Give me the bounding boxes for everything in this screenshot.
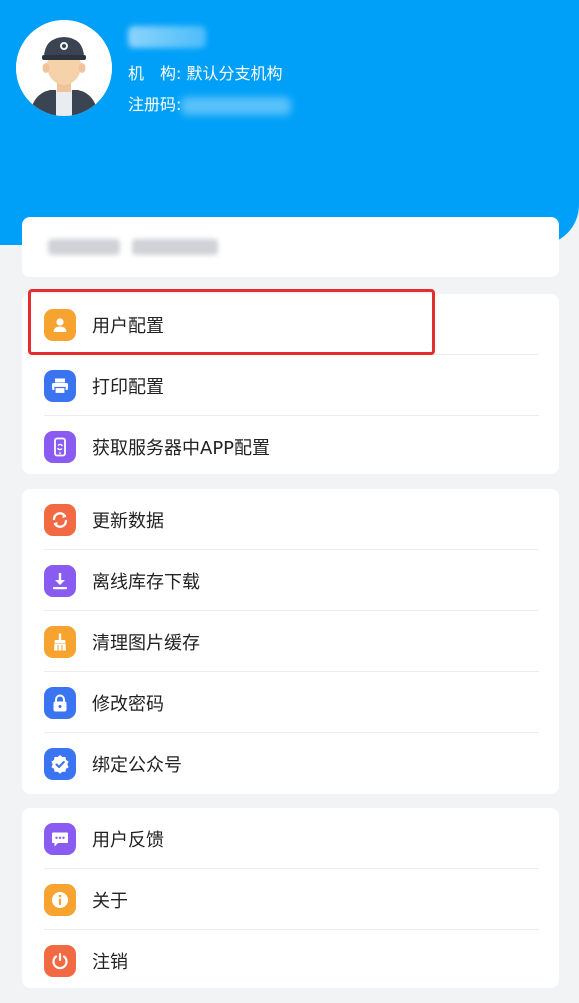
redacted-text bbox=[48, 239, 120, 255]
menu-item-label: 关于 bbox=[92, 890, 128, 912]
menu-item-change-password[interactable]: 修改密码 bbox=[22, 672, 559, 733]
info-icon bbox=[44, 883, 76, 916]
registration-code-label: 注册码: bbox=[128, 95, 182, 114]
menu-item-label: 离线库存下载 bbox=[92, 571, 200, 593]
menu-item-label: 用户配置 bbox=[92, 315, 164, 337]
settings-group-account: 用户反馈 关于 注销 bbox=[22, 808, 559, 988]
menu-item-label: 清理图片缓存 bbox=[92, 632, 200, 654]
profile-header: 机 构: 默认分支机构 注册码: bbox=[0, 0, 579, 245]
menu-item-about[interactable]: 关于 bbox=[22, 869, 559, 930]
menu-item-logout[interactable]: 注销 bbox=[22, 930, 559, 991]
worker-avatar-icon bbox=[16, 20, 112, 116]
menu-item-label: 用户反馈 bbox=[92, 829, 164, 851]
menu-item-bind-official-account[interactable]: 绑定公众号 bbox=[22, 733, 559, 794]
redacted-text bbox=[132, 239, 218, 255]
verified-badge-icon bbox=[44, 747, 76, 780]
user-icon bbox=[44, 308, 76, 341]
power-icon bbox=[44, 944, 76, 977]
registration-code-redacted bbox=[181, 96, 292, 115]
menu-item-label: 更新数据 bbox=[92, 510, 164, 532]
menu-item-user-config[interactable]: 用户配置 bbox=[22, 294, 559, 355]
settings-group-config: 用户配置打印配置获取服务器中APP配置 bbox=[22, 294, 559, 474]
registration-code: 注册码: bbox=[128, 91, 292, 115]
menu-item-fetch-app-config[interactable]: 获取服务器中APP配置 bbox=[22, 416, 559, 477]
menu-item-label: 绑定公众号 bbox=[92, 754, 182, 776]
download-icon bbox=[44, 564, 76, 597]
menu-item-user-feedback[interactable]: 用户反馈 bbox=[22, 808, 559, 869]
lock-icon bbox=[44, 686, 76, 719]
settings-group-data: 更新数据离线库存下载 清理图片缓存 修改密码绑定公众号 bbox=[22, 489, 559, 794]
broom-icon bbox=[44, 625, 76, 658]
menu-item-print-config[interactable]: 打印配置 bbox=[22, 355, 559, 416]
menu-item-offline-inventory-download[interactable]: 离线库存下载 bbox=[22, 550, 559, 611]
user-name-redacted bbox=[128, 26, 206, 48]
menu-item-label: 注销 bbox=[92, 951, 128, 973]
menu-item-label: 修改密码 bbox=[92, 693, 164, 715]
avatar[interactable] bbox=[16, 20, 112, 116]
phone-sync-icon bbox=[44, 430, 76, 463]
chat-bubble-icon bbox=[44, 822, 76, 855]
refresh-icon bbox=[44, 503, 76, 536]
account-summary-card[interactable] bbox=[22, 217, 559, 277]
menu-item-label: 获取服务器中APP配置 bbox=[92, 437, 271, 459]
menu-item-clear-image-cache[interactable]: 清理图片缓存 bbox=[22, 611, 559, 672]
menu-item-update-data[interactable]: 更新数据 bbox=[22, 489, 559, 550]
organization-text: 机 构: 默认分支机构 bbox=[128, 64, 283, 83]
menu-item-label: 打印配置 bbox=[92, 376, 164, 398]
printer-icon bbox=[44, 369, 76, 402]
